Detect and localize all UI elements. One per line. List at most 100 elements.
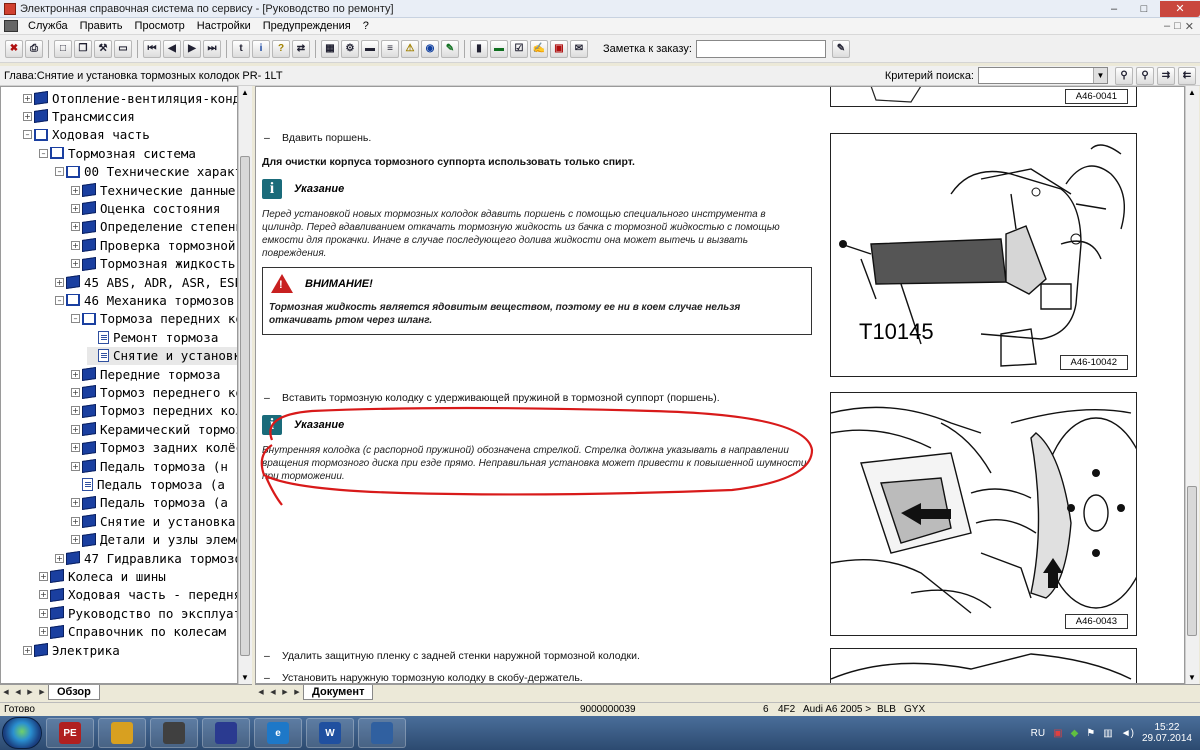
minimize-button[interactable]: –: [1100, 1, 1128, 17]
notes-icon[interactable]: ✉: [570, 39, 588, 58]
chevron-down-icon[interactable]: ▼: [1093, 68, 1107, 83]
tree-item[interactable]: + Педаль тормоза (а: [71, 494, 228, 512]
collapse-icon[interactable]: –: [55, 167, 64, 177]
taskbar-app[interactable]: [98, 718, 146, 748]
tree-item[interactable]: + Передние тормоза: [71, 365, 220, 383]
scroll-down-icon[interactable]: ▼: [241, 673, 249, 682]
tree-item[interactable]: + Детали и узлы элементов: [71, 531, 237, 549]
tree-item[interactable]: + Электрика: [23, 641, 120, 659]
collapse-icon[interactable]: –: [71, 314, 80, 324]
print-icon[interactable]: ⎙: [25, 39, 43, 58]
tab-overview[interactable]: Обзор: [48, 685, 100, 700]
expand-icon[interactable]: +: [71, 259, 80, 269]
tree-item[interactable]: + Керамический тормоз: [71, 420, 237, 438]
expand-icon[interactable]: +: [71, 222, 80, 232]
book-icon[interactable]: ▬: [361, 39, 379, 58]
antivirus-icon[interactable]: ▣: [1053, 728, 1062, 739]
new-doc-icon[interactable]: □: [54, 39, 72, 58]
stamp-icon[interactable]: ▣: [550, 39, 568, 58]
help-icon[interactable]: ?: [272, 39, 290, 58]
maximize-button[interactable]: □: [1130, 1, 1158, 17]
vehicle-icon[interactable]: ▬: [490, 39, 508, 58]
clock[interactable]: 15:22 29.07.2014: [1142, 722, 1192, 744]
scroll-up-icon[interactable]: ▲: [241, 88, 249, 97]
expand-icon[interactable]: +: [71, 498, 80, 508]
tree-item[interactable]: + Тормоз передних колёс: [71, 402, 237, 420]
collapse-icon[interactable]: –: [55, 295, 64, 305]
brush-icon[interactable]: ✎: [441, 39, 459, 58]
order-note-input[interactable]: [695, 39, 826, 58]
tab-next-icon[interactable]: ▶: [25, 688, 35, 698]
menu-view[interactable]: Просмотр: [129, 20, 191, 32]
tool-icon[interactable]: ⚒: [94, 39, 112, 58]
tree-item[interactable]: + Ходовая часть - передняя: [39, 586, 237, 604]
note-edit-icon[interactable]: ✎: [831, 39, 850, 58]
tree-item[interactable]: + Тормозная жидкость: [71, 255, 235, 273]
tree-item[interactable]: – Тормозная система: [39, 144, 196, 162]
warning-icon[interactable]: ⚠: [401, 39, 419, 58]
network-icon[interactable]: ▥: [1103, 728, 1112, 739]
scroll-up-icon[interactable]: ▲: [1188, 88, 1196, 97]
taskbar-app[interactable]: [202, 718, 250, 748]
globe-icon[interactable]: ◉: [421, 39, 439, 58]
tree-item[interactable]: + Педаль тормоза (н: [71, 457, 228, 475]
expand-icon[interactable]: +: [71, 535, 80, 545]
close-button[interactable]: ✕: [1160, 0, 1200, 17]
tab-prev-icon[interactable]: ◀: [268, 688, 278, 698]
expand-icon[interactable]: +: [23, 645, 32, 655]
gear-icon[interactable]: ⚙: [341, 39, 359, 58]
tab-next-icon[interactable]: ▶: [280, 688, 290, 698]
expand-icon[interactable]: +: [71, 185, 80, 195]
list-icon[interactable]: ≡: [381, 39, 399, 58]
document-scroll-thumb[interactable]: [1187, 486, 1197, 636]
expand-icon[interactable]: +: [39, 627, 48, 637]
tab-prev-icon[interactable]: ◀: [13, 688, 23, 698]
tree-item[interactable]: + Оценка состояния: [71, 199, 220, 217]
next-icon[interactable]: ▶: [183, 39, 201, 58]
expand-icon[interactable]: +: [71, 203, 80, 213]
expand-icon[interactable]: +: [55, 277, 64, 287]
gpu-icon[interactable]: ◆: [1071, 728, 1079, 739]
search-next-icon[interactable]: ⚲: [1136, 66, 1154, 85]
expand-icon[interactable]: +: [39, 571, 48, 581]
menu-warnings[interactable]: Предупреждения: [257, 20, 357, 32]
collapse-icon[interactable]: –: [23, 130, 32, 140]
language-indicator[interactable]: RU: [1031, 728, 1045, 739]
expand-icon[interactable]: +: [39, 608, 48, 618]
sign-icon[interactable]: ✍: [530, 39, 548, 58]
tree-item[interactable]: – 46 Механика тормозов: [55, 291, 235, 309]
tree-item[interactable]: + Отопление-вентиляция-кондиционер: [23, 89, 237, 107]
expand-icon[interactable]: +: [71, 443, 80, 453]
prev-icon[interactable]: ◀: [163, 39, 181, 58]
taskbar-app[interactable]: PE: [46, 718, 94, 748]
tree-item[interactable]: + Проверка тормозной: [71, 236, 235, 254]
child-minimize-button[interactable]: –: [1164, 20, 1170, 33]
jump-to-icon[interactable]: ⇉: [1157, 66, 1175, 85]
tree-item[interactable]: Снятие и установка: [87, 346, 237, 365]
taskbar-app[interactable]: [358, 718, 406, 748]
tree-item[interactable]: + Трансмиссия: [23, 107, 135, 125]
expand-icon[interactable]: +: [71, 240, 80, 250]
taskbar-app[interactable]: [150, 718, 198, 748]
document-scrollbar[interactable]: ▲ ▼: [1185, 86, 1199, 684]
info-icon[interactable]: i: [252, 39, 270, 58]
taskbar-app[interactable]: W: [306, 718, 354, 748]
expand-icon[interactable]: +: [71, 406, 80, 416]
expand-icon[interactable]: +: [55, 553, 64, 563]
last-icon[interactable]: ⏭: [203, 39, 221, 58]
tree-item[interactable]: +45 ABS, ADR, ASR, ESP: [55, 273, 237, 291]
tree-item[interactable]: + Тормоз задних колёс: [71, 439, 237, 457]
tree-item[interactable]: + Снятие и установка: [71, 512, 235, 530]
child-close-button[interactable]: ✕: [1185, 20, 1194, 33]
tree-item[interactable]: + Технические данные: [71, 181, 235, 199]
swap-icon[interactable]: ⇄: [292, 39, 310, 58]
expand-icon[interactable]: +: [39, 590, 48, 600]
menu-service[interactable]: Служба: [22, 20, 74, 32]
car-icon[interactable]: ▭: [114, 39, 132, 58]
tree-item[interactable]: + Тормоз переднего колеса: [71, 383, 237, 401]
scroll-down-icon[interactable]: ▼: [1188, 673, 1196, 682]
tab-first-icon[interactable]: ◀: [1, 688, 11, 698]
up-level-icon[interactable]: t: [232, 39, 250, 58]
tree-scroll-thumb[interactable]: [240, 156, 250, 656]
checklist-icon[interactable]: ☑: [510, 39, 528, 58]
